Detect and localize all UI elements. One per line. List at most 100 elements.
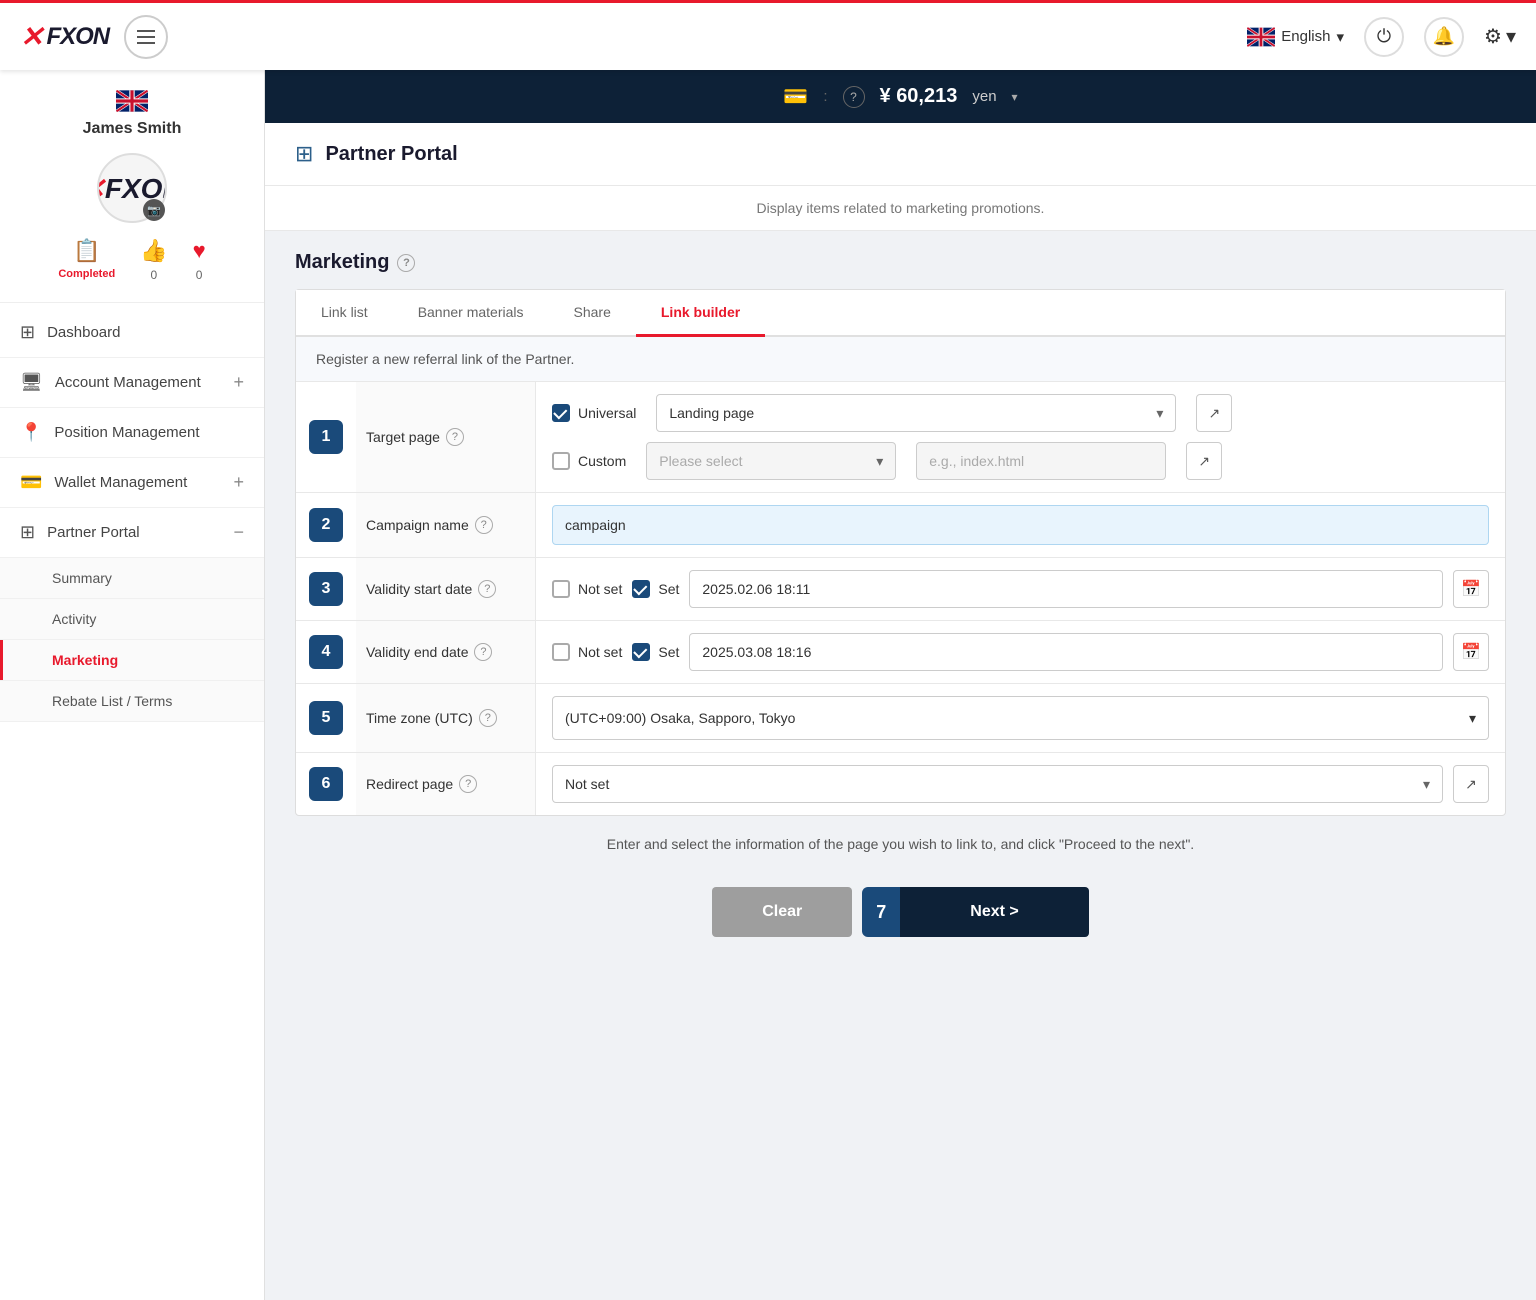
chevron-down-icon: ▾	[1506, 24, 1516, 49]
nav-label-wallet: Wallet Management	[54, 474, 221, 491]
avatar-container: ✕FXON 📷	[97, 153, 167, 223]
landing-page-select[interactable]: Landing page ▾	[656, 394, 1176, 432]
sidebar-item-dashboard[interactable]: ⊞ Dashboard	[0, 308, 264, 358]
timezone-value: (UTC+09:00) Osaka, Sapporo, Tokyo	[565, 710, 795, 726]
flag-uk-icon	[1247, 27, 1275, 47]
step-1-badge: 1	[309, 420, 343, 454]
target-page-content: Universal Landing page ▾ ↗	[536, 382, 1505, 492]
set-radio-end[interactable]: Set	[632, 643, 679, 661]
main-content: 💳 : ? ¥ 60,213 yen ▾ ⊞ Partner Portal Di…	[265, 70, 1536, 1300]
step-1-badge-container: 1	[296, 382, 356, 492]
sidebar-item-activity[interactable]: Activity	[0, 599, 264, 640]
timezone-chevron-icon: ▾	[1469, 710, 1476, 727]
sidebar-item-rebate-list[interactable]: Rebate List / Terms	[0, 681, 264, 722]
set-checkbox-end[interactable]	[632, 643, 650, 661]
end-date-value: 2025.03.08 18:16	[702, 644, 811, 660]
validity-end-help-icon[interactable]: ?	[474, 643, 492, 661]
not-set-radio-start[interactable]: Not set	[552, 580, 622, 598]
stats-row: 📋 Completed 👍 0 ♥ 0	[15, 238, 249, 282]
completed-label: Completed	[58, 268, 115, 280]
campaign-name-value: campaign	[565, 517, 626, 533]
tab-link-builder[interactable]: Link builder	[636, 290, 765, 337]
top-navigation: ✕ FXON English ▾ ⏻	[0, 0, 1536, 70]
redirect-external-link-button[interactable]: ↗	[1453, 765, 1489, 803]
stat-completed: 📋 Completed	[58, 238, 115, 282]
tab-banner-materials[interactable]: Banner materials	[393, 290, 549, 337]
wallet-icon: 💳	[20, 472, 42, 493]
hamburger-button[interactable]	[124, 15, 168, 59]
balance-amount: ¥ 60,213	[880, 85, 958, 108]
marketing-help-icon[interactable]: ?	[397, 254, 415, 272]
dashboard-icon: ⊞	[20, 322, 35, 343]
balance-dropdown-icon[interactable]: ▾	[1012, 90, 1018, 104]
custom-text-input[interactable]: e.g., index.html	[916, 442, 1166, 480]
gear-icon: ⚙	[1484, 24, 1502, 49]
sidebar-item-summary[interactable]: Summary	[0, 558, 264, 599]
form-row-validity-end: 4 Validity end date ? Not set	[296, 621, 1505, 684]
partner-portal-icon: ⊞	[295, 141, 313, 167]
tab-share[interactable]: Share	[549, 290, 636, 337]
timezone-label: Time zone (UTC) ?	[356, 684, 536, 752]
sidebar: James Smith ✕FXON 📷 📋 Completed 👍	[0, 70, 265, 1300]
campaign-name-input[interactable]: campaign	[552, 505, 1489, 545]
chevron-down-icon: ▾	[1336, 28, 1344, 46]
set-radio-start[interactable]: Set	[632, 580, 679, 598]
collapse-icon: −	[233, 522, 244, 543]
custom-placeholder: Please select	[659, 453, 742, 469]
profile-name: James Smith	[15, 120, 249, 138]
account-icon: 🖥	[20, 372, 43, 393]
start-date-calendar-button[interactable]: 📅	[1453, 570, 1489, 608]
sidebar-item-partner-portal[interactable]: ⊞ Partner Portal −	[0, 508, 264, 558]
sidebar-item-wallet-management[interactable]: 💳 Wallet Management +	[0, 458, 264, 508]
camera-badge[interactable]: 📷	[143, 199, 165, 221]
landing-page-external-link-button[interactable]: ↗	[1196, 394, 1232, 432]
custom-page-external-link-button[interactable]: ↗	[1186, 442, 1222, 480]
timezone-content: (UTC+09:00) Osaka, Sapporo, Tokyo ▾	[536, 684, 1505, 752]
tab-link-list[interactable]: Link list	[296, 290, 393, 337]
redirect-help-icon[interactable]: ?	[459, 775, 477, 793]
not-set-checkbox-start[interactable]	[552, 580, 570, 598]
start-date-input[interactable]: 2025.02.06 18:11	[689, 570, 1443, 608]
step-3-badge: 3	[309, 572, 343, 606]
step-5-badge-container: 5	[296, 684, 356, 752]
logo[interactable]: ✕ FXON	[20, 20, 109, 53]
sidebar-item-position-management[interactable]: 📍 Position Management	[0, 408, 264, 458]
nav-label-dashboard: Dashboard	[47, 324, 244, 341]
timezone-select[interactable]: (UTC+09:00) Osaka, Sapporo, Tokyo ▾	[552, 696, 1489, 740]
not-set-radio-end[interactable]: Not set	[552, 643, 622, 661]
not-set-label-end: Not set	[578, 644, 622, 660]
custom-checkbox[interactable]	[552, 452, 570, 470]
timezone-help-icon[interactable]: ?	[479, 709, 497, 727]
universal-checkbox[interactable]	[552, 404, 570, 422]
end-date-calendar-button[interactable]: 📅	[1453, 633, 1489, 671]
custom-page-select[interactable]: Please select ▾	[646, 442, 896, 480]
campaign-help-icon[interactable]: ?	[475, 516, 493, 534]
logo-x: ✕	[20, 20, 43, 53]
settings-button[interactable]: ⚙ ▾	[1484, 24, 1516, 49]
target-page-help-icon[interactable]: ?	[446, 428, 464, 446]
redirect-page-select[interactable]: Not set ▾	[552, 765, 1443, 803]
step-4-badge: 4	[309, 635, 343, 669]
sidebar-item-marketing[interactable]: Marketing	[0, 640, 264, 681]
custom-radio[interactable]: Custom	[552, 452, 626, 470]
step-5-badge: 5	[309, 701, 343, 735]
help-icon[interactable]: ?	[843, 86, 865, 108]
tabs: Link list Banner materials Share Link bu…	[296, 290, 1505, 337]
form-row-redirect: 6 Redirect page ? Not set ▾	[296, 753, 1505, 815]
notification-button[interactable]: 🔔	[1424, 17, 1464, 57]
sub-nav-label-summary: Summary	[52, 570, 112, 586]
redirect-chevron-icon: ▾	[1423, 776, 1430, 793]
form-area: Marketing ? Link list Banner materials S…	[265, 231, 1536, 987]
universal-radio[interactable]: Universal	[552, 404, 636, 422]
power-button[interactable]: ⏻	[1364, 17, 1404, 57]
set-label-end: Set	[658, 644, 679, 660]
sidebar-item-account-management[interactable]: 🖥 Account Management +	[0, 358, 264, 408]
balance-separator: :	[823, 88, 827, 105]
validity-start-help-icon[interactable]: ?	[478, 580, 496, 598]
not-set-checkbox-end[interactable]	[552, 643, 570, 661]
set-checkbox-start[interactable]	[632, 580, 650, 598]
next-button[interactable]: Next >	[900, 887, 1088, 937]
language-selector[interactable]: English ▾	[1247, 27, 1344, 47]
clear-button[interactable]: Clear	[712, 887, 852, 937]
end-date-input[interactable]: 2025.03.08 18:16	[689, 633, 1443, 671]
